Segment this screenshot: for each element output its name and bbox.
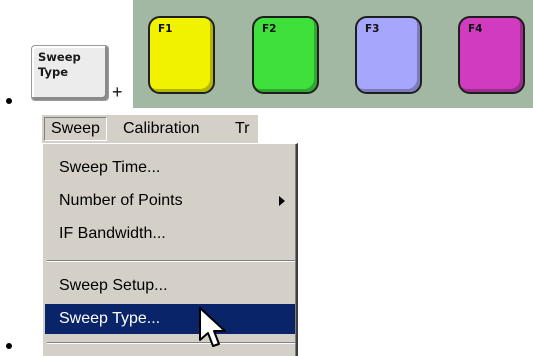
hardkey-line-1: Sweep	[38, 50, 81, 64]
f2-key[interactable]: F2	[252, 16, 319, 94]
f1-key-label: F1	[158, 23, 173, 35]
menu-item-sweep-time[interactable]: Sweep Time...	[45, 153, 295, 183]
page: Sweep Type + F1 F2 F3 F4 Sweep Calibrati…	[0, 0, 533, 356]
menu-bar: Sweep Calibration Tr	[42, 115, 258, 143]
menu-separator	[47, 260, 295, 262]
menu-sweep[interactable]: Sweep	[44, 117, 107, 141]
mouse-pointer-icon	[199, 307, 226, 347]
f2-key-label: F2	[262, 23, 277, 35]
menu-item-number-of-points[interactable]: Number of Points	[45, 186, 295, 216]
f3-key-label: F3	[365, 23, 380, 35]
menu-item-sweep-setup-label: Sweep Setup...	[59, 277, 168, 294]
plus-sign: +	[112, 82, 123, 102]
sweep-type-hardkey[interactable]: Sweep Type	[31, 45, 109, 101]
bullet-1	[6, 98, 12, 104]
menu-separator	[47, 342, 295, 344]
f1-key[interactable]: F1	[148, 16, 215, 94]
menu-trace-partial[interactable]: Tr	[235, 120, 250, 138]
function-key-strip: F1 F2 F3 F4	[133, 0, 533, 108]
f3-key[interactable]: F3	[355, 16, 422, 94]
menu-item-sweep-type-label: Sweep Type...	[59, 310, 161, 327]
sweep-type-hardkey-label: Sweep Type	[38, 50, 81, 80]
f4-key[interactable]: F4	[458, 16, 525, 94]
menu-item-sweep-type[interactable]: Sweep Type...	[45, 304, 295, 334]
menu-item-if-bandwidth[interactable]: IF Bandwidth...	[45, 219, 295, 249]
menu-item-sweep-time-label: Sweep Time...	[59, 159, 161, 176]
bullet-2	[6, 343, 12, 349]
f4-key-label: F4	[468, 23, 483, 35]
hardkey-line-2: Type	[38, 65, 69, 79]
menu-calibration[interactable]: Calibration	[123, 120, 199, 138]
menu-item-sweep-setup[interactable]: Sweep Setup...	[45, 271, 295, 301]
sweep-dropdown-menu: Sweep Time... Number of Points IF Bandwi…	[42, 143, 298, 356]
submenu-arrow-icon	[279, 196, 285, 206]
menu-item-number-of-points-label: Number of Points	[59, 192, 183, 209]
menu-item-if-bandwidth-label: IF Bandwidth...	[59, 225, 166, 242]
